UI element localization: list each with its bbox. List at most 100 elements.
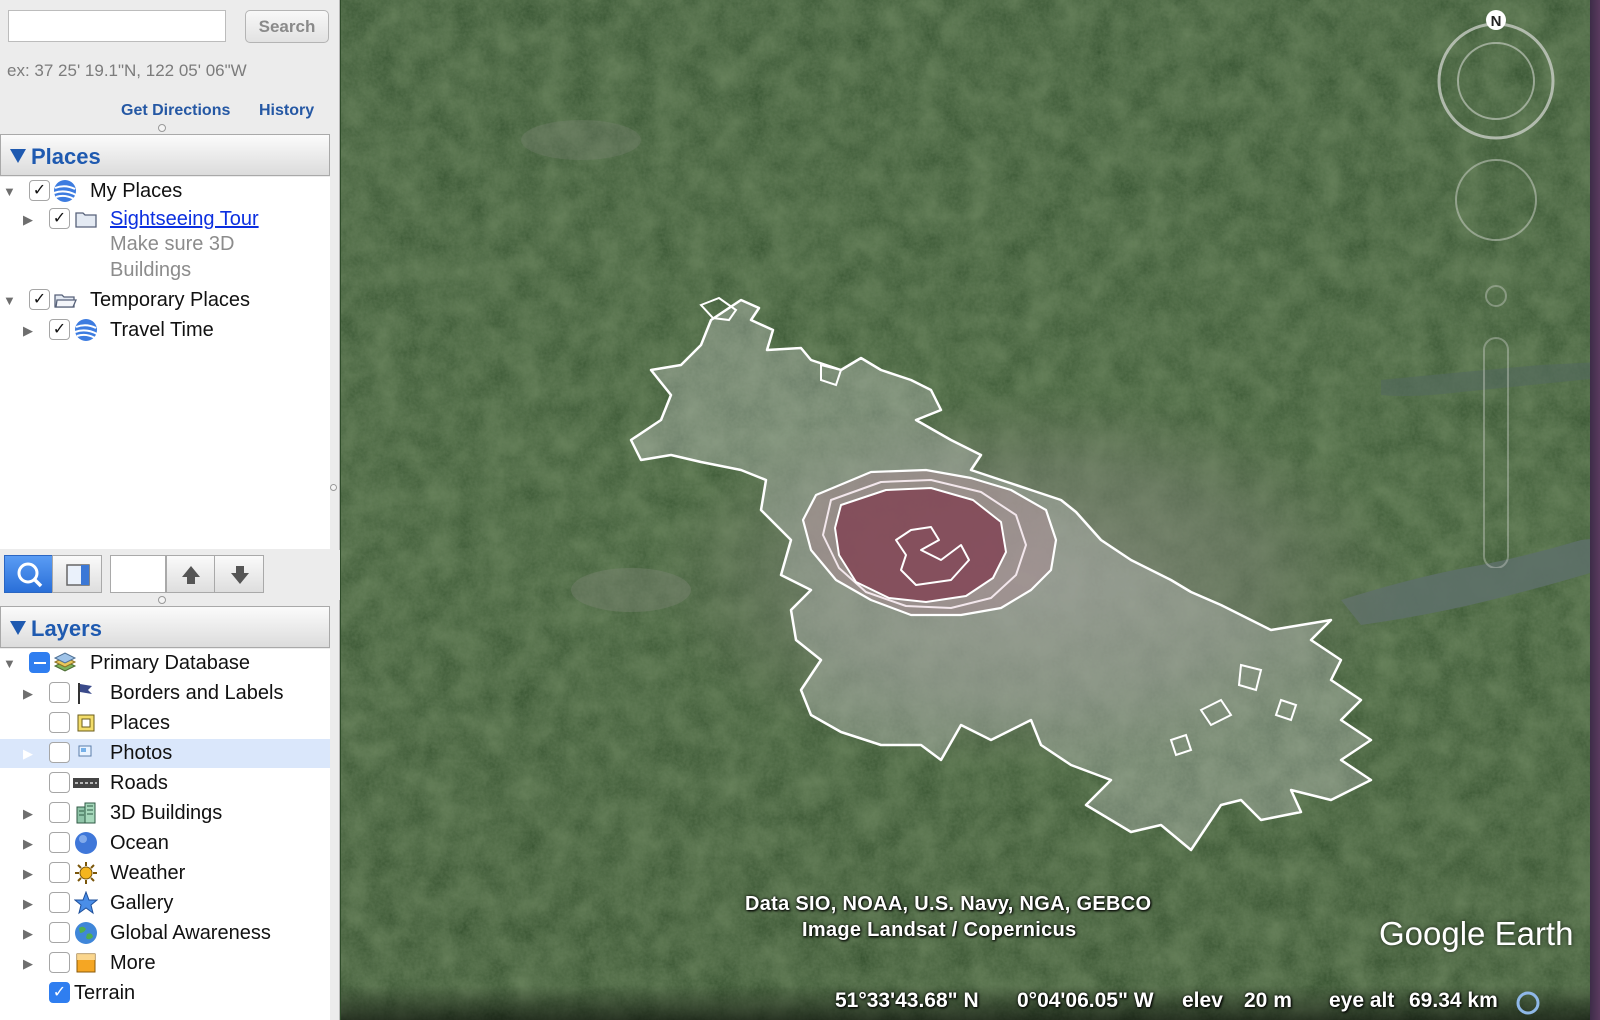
splitter-handle[interactable]	[158, 596, 166, 604]
look-joystick-icon[interactable]	[1457, 42, 1535, 120]
collapsed-arrow-icon[interactable]: ▶	[23, 896, 33, 912]
layer-photos[interactable]: ▶ Photos	[0, 739, 330, 768]
latitude-readout: 51°33'43.68" N	[835, 989, 979, 1012]
search-places-button[interactable]	[4, 555, 53, 593]
collapsed-arrow-icon[interactable]: ▶	[23, 323, 33, 339]
imagery-attribution: Image Landsat / Copernicus	[802, 919, 1077, 941]
collapsed-arrow-icon[interactable]: ▶	[23, 866, 33, 882]
layers-panel-title: Layers	[31, 616, 102, 641]
get-directions-link[interactable]: Get Directions	[121, 102, 230, 120]
move-up-button[interactable]	[166, 555, 215, 593]
sidebar: Search ex: 37 25' 19.1"N, 122 05' 06"W G…	[0, 0, 340, 1020]
places-toolbar	[0, 550, 340, 600]
collapsed-arrow-icon[interactable]: ▶	[23, 926, 33, 942]
layers-panel-header[interactable]: Layers	[0, 606, 330, 648]
earth-3d-view[interactable]: N Data SIO, NOAA, U.S. Navy, NGA, GEBCO …	[341, 0, 1600, 1020]
zoom-in-icon[interactable]	[1485, 285, 1507, 307]
star-icon	[74, 891, 98, 915]
checkbox-ocean[interactable]	[49, 832, 70, 853]
expanded-arrow-icon[interactable]: ▼	[3, 293, 16, 309]
earth-icon	[75, 922, 97, 944]
checkbox-sightseeing-tour[interactable]: ✓	[49, 208, 70, 229]
collapsed-arrow-icon[interactable]: ▶	[23, 746, 33, 762]
magnifier-icon	[17, 562, 43, 588]
move-down-button[interactable]	[214, 555, 264, 593]
buildings-icon	[76, 802, 96, 824]
folder-icon	[75, 212, 97, 228]
checkbox-places[interactable]	[49, 712, 70, 733]
toggle-panel-button[interactable]	[52, 555, 102, 593]
checkbox-primary-database[interactable]	[29, 652, 50, 673]
more-folder-icon	[76, 953, 96, 973]
look-ring-icon[interactable]	[1437, 22, 1555, 140]
places-panel-header[interactable]: Places	[0, 134, 330, 176]
layer-label: Places	[110, 712, 171, 734]
layer-terrain[interactable]: ✓ Terrain	[0, 979, 330, 1008]
layer-label: Terrain	[74, 982, 136, 1004]
arrow-up-icon	[182, 566, 200, 584]
checkbox-3d-buildings[interactable]	[49, 802, 70, 823]
tree-item-my-places[interactable]: ▼ ✓ My Places	[0, 177, 330, 206]
expanded-arrow-icon[interactable]: ▼	[3, 656, 16, 672]
compass-label: N	[1491, 13, 1502, 30]
layer-ocean[interactable]: ▶ Ocean	[0, 829, 330, 858]
globe-icon	[74, 319, 98, 341]
satellite-imagery	[341, 0, 1600, 1020]
layer-primary-database[interactable]: ▼ Primary Database	[0, 649, 330, 678]
checkbox-terrain[interactable]: ✓	[49, 982, 70, 1003]
checkbox-gallery[interactable]	[49, 892, 70, 913]
elevation-label: elev	[1182, 989, 1223, 1012]
sightseeing-description: Make sure 3D	[110, 233, 235, 255]
expanded-arrow-icon[interactable]: ▼	[3, 184, 16, 200]
collapsed-arrow-icon[interactable]: ▶	[23, 806, 33, 822]
eye-altitude-label: eye alt	[1329, 989, 1395, 1012]
panel-icon	[66, 564, 90, 586]
layer-global-awareness[interactable]: ▶ Global Awareness	[0, 919, 330, 948]
move-joystick-icon[interactable]	[1455, 159, 1537, 241]
checkbox-weather[interactable]	[49, 862, 70, 883]
layer-more[interactable]: ▶ More	[0, 949, 330, 978]
globe-icon	[53, 180, 77, 202]
checkbox-global-awareness[interactable]	[49, 922, 70, 943]
panel-resize-handle[interactable]	[330, 484, 337, 491]
layer-weather[interactable]: ▶ Weather	[0, 859, 330, 888]
empty-field[interactable]	[110, 555, 166, 593]
checkbox-more[interactable]	[49, 952, 70, 973]
tree-item-travel-time[interactable]: ▶ ✓ Travel Time	[0, 316, 330, 345]
tree-item-label: Travel Time	[110, 319, 214, 341]
layer-places[interactable]: Places	[0, 709, 330, 738]
checkbox-temporary-places[interactable]: ✓	[29, 289, 50, 310]
tree-item-sightseeing-tour[interactable]: ▶ ✓ Sightseeing Tour	[0, 205, 330, 234]
sightseeing-tour-link[interactable]: Sightseeing Tour	[110, 208, 259, 231]
checkbox-borders-and-labels[interactable]	[49, 682, 70, 703]
tree-item-temporary-places[interactable]: ▼ ✓ Temporary Places	[0, 286, 330, 315]
checkbox-travel-time[interactable]: ✓	[49, 319, 70, 340]
search-input[interactable]	[8, 10, 226, 42]
layer-label: Primary Database	[90, 652, 251, 674]
search-hint: ex: 37 25' 19.1"N, 122 05' 06"W	[7, 61, 247, 80]
layer-label: Gallery	[110, 892, 174, 914]
sun-icon	[75, 862, 97, 884]
collapsed-arrow-icon[interactable]: ▶	[23, 836, 33, 852]
collapsed-arrow-icon[interactable]: ▶	[23, 956, 33, 972]
checkbox-my-places[interactable]: ✓	[29, 180, 50, 201]
imagery-attribution: Data SIO, NOAA, U.S. Navy, NGA, GEBCO	[745, 893, 1152, 915]
history-link[interactable]: History	[259, 102, 314, 120]
layer-borders-and-labels[interactable]: ▶ Borders and Labels	[0, 679, 330, 708]
layer-roads[interactable]: Roads	[0, 769, 330, 798]
collapsed-arrow-icon[interactable]: ▶	[23, 686, 33, 702]
collapsed-arrow-icon[interactable]: ▶	[23, 212, 33, 228]
zoom-slider[interactable]	[1483, 337, 1509, 568]
checkbox-roads[interactable]	[49, 772, 70, 793]
checkbox-photos[interactable]	[49, 742, 70, 763]
road-icon	[73, 778, 99, 788]
layer-label: Borders and Labels	[110, 682, 284, 704]
splitter-handle[interactable]	[158, 124, 166, 132]
navigation-controls[interactable]: N	[1431, 8, 1571, 568]
layer-label: More	[110, 952, 156, 974]
search-button[interactable]: Search	[245, 10, 329, 43]
layer-3d-buildings[interactable]: ▶ 3D Buildings	[0, 799, 330, 828]
layers-panel: ▼ Primary Database ▶ Borders and Labels …	[0, 649, 330, 1020]
layer-gallery[interactable]: ▶ Gallery	[0, 889, 330, 918]
places-panel: ▼ ✓ My Places ▶ ✓ Sightseeing Tour Make …	[0, 177, 330, 549]
